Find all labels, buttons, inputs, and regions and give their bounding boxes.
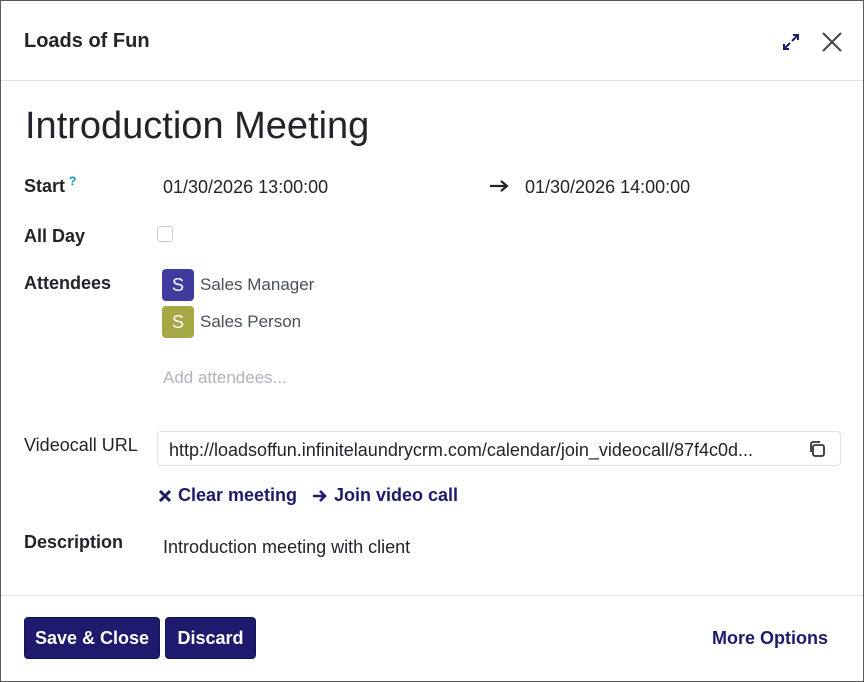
description-label: Description (24, 532, 124, 552)
dialog-header: Loads of Fun (1, 1, 863, 81)
videocall-url-field[interactable]: http://loadsoffun.infinitelaundrycrm.com… (157, 431, 841, 466)
attendee-name: Sales Person (200, 312, 302, 331)
description-field[interactable]: Introduction meeting with client (163, 537, 410, 558)
videocall-label: Videocall URL (24, 435, 138, 455)
copy-icon (810, 441, 825, 457)
event-dialog: Loads of Fun Introduction Meeting Start?… (0, 0, 864, 682)
avatar: S (162, 269, 194, 301)
attendee-tag[interactable]: S Sales Manager (162, 269, 314, 301)
start-datetime[interactable]: 01/30/2026 13:00:00 (163, 177, 328, 198)
close-button[interactable] (817, 27, 847, 57)
expand-button[interactable] (776, 27, 806, 57)
attendees-label: Attendees (24, 273, 112, 293)
add-attendees-input[interactable]: Add attendees... (163, 368, 287, 388)
start-label: Start? (24, 174, 76, 197)
join-video-call-button[interactable]: Join video call (312, 485, 458, 506)
arrow-right-icon (313, 489, 327, 502)
meeting-title[interactable]: Introduction Meeting (25, 105, 369, 148)
all-day-checkbox[interactable] (157, 226, 173, 242)
close-icon (822, 32, 842, 52)
discard-button[interactable]: Discard (165, 617, 256, 659)
end-datetime[interactable]: 01/30/2026 14:00:00 (525, 177, 690, 198)
join-video-call-label: Join video call (334, 485, 459, 505)
dialog-footer: Save & Close Discard More Options (1, 595, 863, 682)
clear-meeting-label: Clear meeting (178, 485, 298, 505)
clear-meeting-button[interactable]: Clear meeting (158, 485, 297, 506)
videocall-url-value: http://loadsoffun.infinitelaundrycrm.com… (169, 440, 754, 460)
copy-button[interactable] (808, 440, 828, 460)
times-icon (158, 489, 172, 502)
save-close-button[interactable]: Save & Close (24, 617, 160, 659)
expand-arrows-icon (783, 34, 799, 50)
avatar: S (162, 306, 194, 338)
attendee-tag[interactable]: S Sales Person (162, 306, 301, 338)
long-arrow-right-icon (490, 180, 509, 192)
dialog-title: Loads of Fun (24, 30, 150, 52)
help-tooltip-icon[interactable]: ? (69, 174, 76, 188)
attendee-name: Sales Manager (200, 275, 315, 294)
all-day-label: All Day (24, 226, 86, 246)
start-label-text: Start (24, 176, 66, 196)
more-options-link[interactable]: More Options (712, 628, 828, 649)
